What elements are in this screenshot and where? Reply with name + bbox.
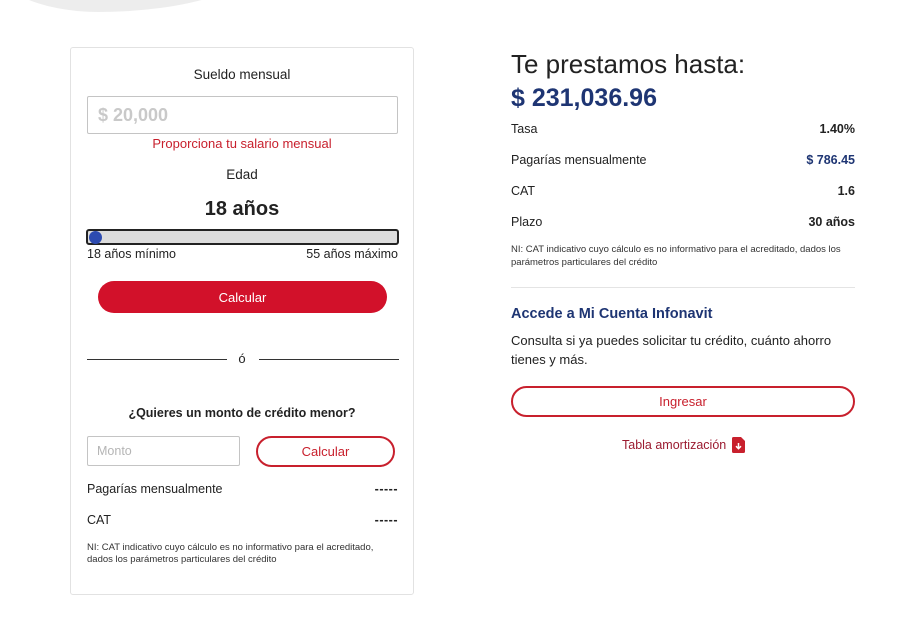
calculate-button[interactable]: Calcular [98,281,387,313]
monthly-payment-row: Pagarías mensualmente ----- [87,482,398,496]
salary-input[interactable] [87,96,398,134]
result-title: Te prestamos hasta: [511,49,746,79]
age-min-label: 18 años mínimo [87,247,176,261]
age-label: Edad [226,167,258,182]
amount-input[interactable] [87,436,240,466]
salary-label: Sueldo mensual [193,67,291,82]
cat-value: ----- [374,513,398,527]
account-title: Accede a Mi Cuenta Infonavit [511,306,713,322]
calculate-amount-button[interactable]: Calcular [256,436,395,467]
result-disclaimer: NI: CAT indicativo cuyo cálculo es no in… [511,244,841,268]
age-value: 18 años [204,198,280,220]
header-decoration [0,0,260,12]
rate-row: Tasa 1.40% [511,122,855,136]
salary-error-message: Proporciona tu salario mensual [152,136,332,151]
credit-calculator-card: Sueldo mensual Proporciona tu salario me… [70,47,414,595]
age-max-label: 55 años máximo [306,247,398,261]
cat-label: CAT [87,513,112,527]
term-label: Plazo [511,215,543,229]
amortization-link-label: Tabla amortización [622,438,727,452]
cat-result-row: CAT 1.6 [511,184,855,198]
divider-right [259,359,399,360]
cat-row: CAT ----- [87,513,398,527]
monthly-result-row: Pagarías mensualmente $ 786.45 [511,153,855,167]
rate-label: Tasa [511,122,538,136]
term-row: Plazo 30 años [511,215,855,229]
file-download-icon [732,437,746,453]
monthly-result-label: Pagarías mensualmente [511,153,647,167]
cat-result-label: CAT [511,184,536,198]
amortization-table-link[interactable]: Tabla amortización [622,437,746,453]
monthly-result-value: $ 786.45 [806,153,855,167]
account-description: Consulta si ya puedes solicitar tu crédi… [511,333,832,367]
rate-value: 1.40% [819,122,855,136]
result-amount: $ 231,036.96 [511,84,657,112]
age-slider-thumb[interactable] [89,231,102,244]
monthly-payment-value: ----- [374,482,398,496]
term-value: 30 años [808,215,855,229]
monthly-payment-label: Pagarías mensualmente [87,482,223,496]
result-divider [511,287,855,288]
login-button[interactable]: Ingresar [511,386,855,417]
cat-result-value: 1.6 [837,184,855,198]
smaller-credit-question: ¿Quieres un monto de crédito menor? [128,406,356,420]
cat-disclaimer: NI: CAT indicativo cuyo cálculo es no in… [87,542,374,565]
age-slider[interactable] [86,229,399,245]
